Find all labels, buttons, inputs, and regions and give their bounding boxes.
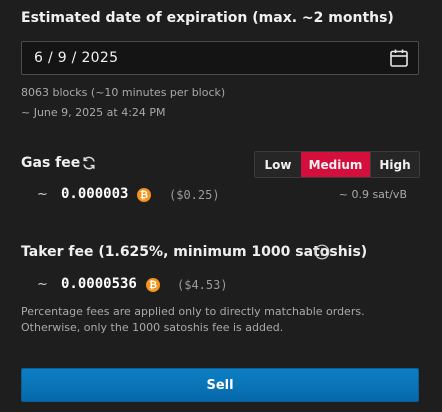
taker-approx-tilde: ~ <box>37 277 48 292</box>
info-icon[interactable] <box>314 244 330 260</box>
expiration-title: Estimated date of expiration (max. ~2 mo… <box>21 10 394 26</box>
gas-low-button[interactable]: Low <box>255 152 301 177</box>
fee-note: Percentage fees are applied only to dire… <box>21 305 365 334</box>
taker-fee-amount: 0.0000536 <box>61 276 137 292</box>
gas-fee-usd: ($0.25) <box>169 188 220 202</box>
gas-approx-tilde: ~ <box>37 187 48 202</box>
gas-fee-selector: Low Medium High <box>254 151 420 178</box>
bitcoin-icon: ₿ <box>137 188 151 202</box>
refresh-icon[interactable] <box>81 155 97 171</box>
calendar-icon[interactable] <box>389 48 409 68</box>
sell-button[interactable]: Sell <box>21 368 419 402</box>
expiration-date-input[interactable]: 6 / 9 / 2025 <box>21 41 419 75</box>
bitcoin-icon: ₿ <box>146 278 160 292</box>
gas-fee-rate: ~ 0.9 sat/vB <box>338 188 407 201</box>
date-value: 6 / 9 / 2025 <box>34 50 119 66</box>
blocks-text: 8063 blocks (~10 minutes per block) <box>21 86 226 99</box>
gas-high-button[interactable]: High <box>370 152 419 177</box>
gas-fee-label: Gas fee <box>21 155 81 171</box>
gas-fee-amount: 0.000003 <box>61 186 129 202</box>
gas-medium-button[interactable]: Medium <box>301 152 370 177</box>
taker-fee-usd: ($4.53) <box>177 278 228 292</box>
approx-date-text: ~ June 9, 2025 at 4:24 PM <box>21 106 166 119</box>
